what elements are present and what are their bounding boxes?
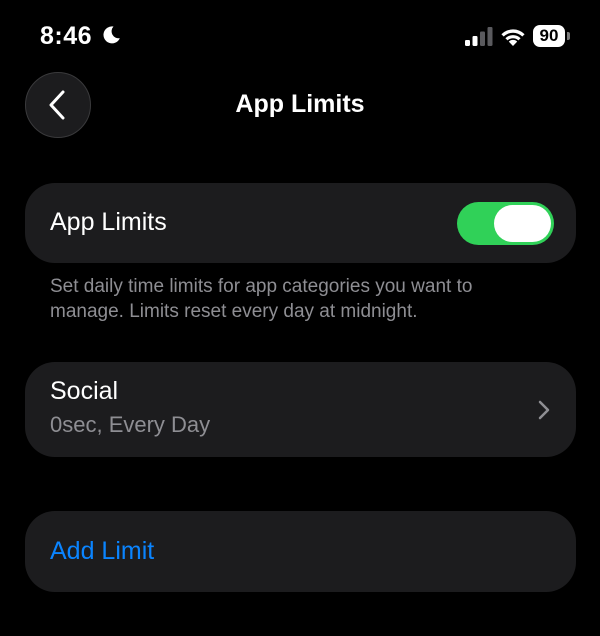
limit-item-subtitle: 0sec, Every Day <box>50 412 211 437</box>
app-limits-toggle-label: App Limits <box>50 208 167 236</box>
app-limits-toggle-switch[interactable] <box>457 202 554 245</box>
app-limits-toggle-row: App Limits <box>25 183 576 263</box>
battery-icon: 90 <box>533 25 565 47</box>
app-limits-description: Set daily time limits for app categories… <box>50 276 473 322</box>
battery-nub <box>567 32 570 40</box>
status-time: 8:46 <box>40 22 93 50</box>
status-bar: 8:46 90 <box>0 0 600 70</box>
moon-icon <box>103 26 120 44</box>
signal-icon <box>465 27 493 46</box>
chevron-right-icon <box>538 400 550 420</box>
page-title: App Limits <box>235 90 365 118</box>
limit-item-title: Social <box>50 377 119 405</box>
wifi-icon <box>501 29 525 46</box>
limit-item-social[interactable]: Social 0sec, Every Day <box>25 362 576 457</box>
toggle-knob <box>494 205 551 242</box>
add-limit-button[interactable]: Add Limit <box>25 511 576 592</box>
add-limit-label: Add Limit <box>50 537 155 565</box>
